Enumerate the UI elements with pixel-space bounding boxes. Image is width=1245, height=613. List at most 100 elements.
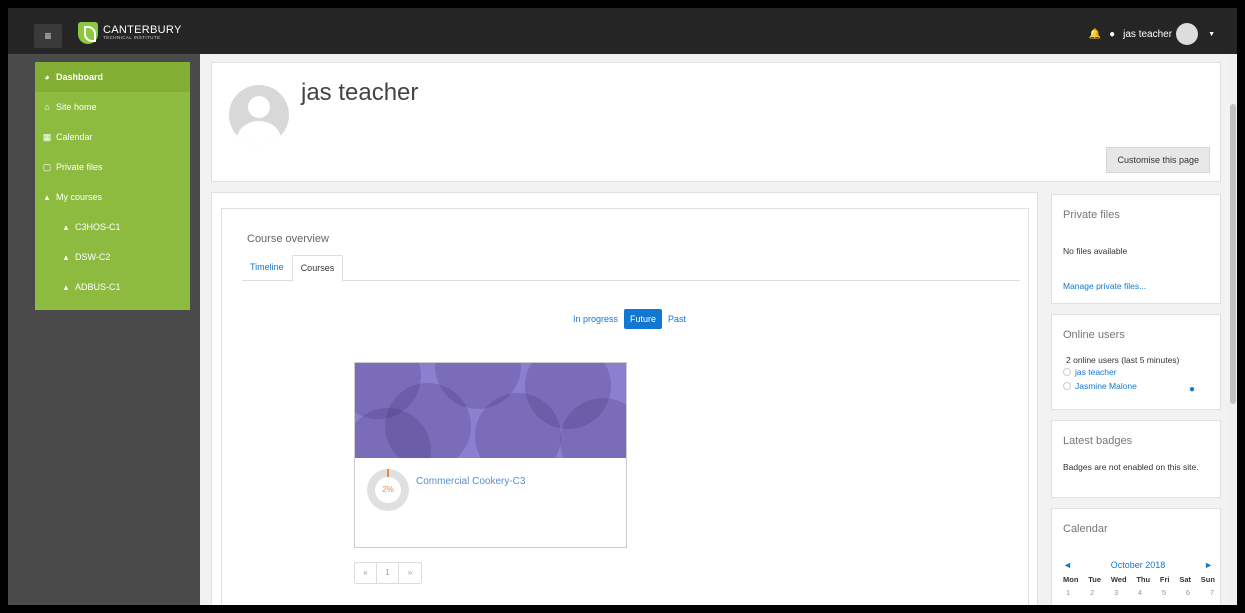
private-files-empty: No files available [1063, 246, 1128, 256]
sidebar-item-label: ADBUS-C1 [75, 282, 121, 292]
sidebar-item-my-courses[interactable]: ▴ My courses [35, 182, 190, 212]
sidebar-item-label: Calendar [56, 132, 93, 142]
sidebar-item-label: DSW-C2 [75, 252, 111, 262]
user-status-icon [1063, 368, 1071, 376]
sidebar-item-course[interactable]: ▴ ADBUS-C1 [35, 272, 190, 302]
online-user-name[interactable]: Jasmine Malone [1075, 381, 1137, 391]
graduation-cap-icon: ▴ [63, 221, 69, 232]
chevron-down-icon[interactable]: ▼ [1208, 31, 1215, 38]
browser-frame: ≡ CANTERBURY TECHNICAL INSTITUTE 🔔 ● jas… [8, 8, 1237, 605]
calendar-icon: ▦ [42, 131, 52, 142]
user-avatar [229, 85, 289, 145]
hamburger-icon: ≡ [44, 29, 52, 43]
menu-toggle-button[interactable]: ≡ [34, 24, 62, 48]
sidebar-item-private-files[interactable]: ▢ Private files [35, 152, 190, 182]
tab-courses[interactable]: Courses [291, 255, 344, 282]
calendar-weekdays: Mon Tue Wed Thu Fri Sat Sun [1063, 575, 1215, 584]
weekday-label: Tue [1088, 575, 1102, 584]
calendar-day[interactable]: 1 [1066, 588, 1070, 597]
sidebar-item-label: My courses [56, 192, 103, 202]
weekday-label: Mon [1063, 575, 1079, 584]
calendar-next-icon[interactable]: ► [1204, 560, 1213, 570]
message-icon[interactable]: ● [1189, 384, 1195, 395]
sidebar-item-label: Private files [56, 162, 103, 172]
block-title: Online users [1063, 329, 1125, 341]
sidebar-item-label: C3HOS-C1 [75, 222, 121, 232]
calendar-day[interactable]: 6 [1186, 588, 1190, 597]
filter-future[interactable]: Future [624, 309, 663, 329]
weekday-label: Sun [1200, 575, 1215, 584]
weekday-label: Thu [1136, 575, 1151, 584]
customise-page-button[interactable]: Customise this page [1106, 147, 1210, 173]
logo-subtitle: TECHNICAL INSTITUTE [103, 35, 161, 41]
private-files-block: Private files No files available Manage … [1051, 194, 1221, 304]
calendar-nav: ◄ October 2018 ► [1063, 560, 1213, 570]
badges-text: Badges are not enabled on this site. [1063, 462, 1199, 472]
calendar-block: Calendar ◄ October 2018 ► Mon Tue Wed Th… [1051, 508, 1221, 605]
progress-ring: 2% [367, 469, 409, 511]
navbar-user-name[interactable]: jas teacher [1123, 29, 1172, 40]
main-region: Course overview Timeline Courses In prog… [211, 192, 1038, 605]
sidebar-item-course[interactable]: ▴ DSW-C2 [35, 242, 190, 272]
progress-value: 2% [382, 485, 394, 494]
online-user-name[interactable]: jas teacher [1075, 367, 1117, 377]
online-users-summary: 2 online users (last 5 minutes) [1066, 355, 1180, 365]
pagination: « 1 » [354, 562, 422, 584]
course-filter-bar: In progress Future Past [567, 309, 692, 329]
course-overview-title: Course overview [247, 233, 329, 245]
sidebar-item-course[interactable]: ▴ C3HOS-C1 [35, 212, 190, 242]
chat-icon[interactable]: ● [1109, 29, 1115, 40]
sidebar-item-label: Site home [56, 102, 97, 112]
calendar-week-row: 1 2 3 4 5 6 7 [1066, 588, 1214, 597]
sidebar-item-calendar[interactable]: ▦ Calendar [35, 122, 190, 152]
top-navbar: ≡ CANTERBURY TECHNICAL INSTITUTE 🔔 ● jas… [8, 8, 1237, 54]
sidebar-item-site-home[interactable]: ⌂ Site home [35, 92, 190, 122]
weekday-label: Wed [1110, 575, 1127, 584]
tab-timeline[interactable]: Timeline [242, 255, 292, 280]
course-image[interactable] [355, 363, 626, 458]
pagination-next[interactable]: » [399, 563, 421, 583]
file-icon: ▢ [42, 161, 52, 172]
calendar-day[interactable]: 4 [1138, 588, 1142, 597]
sidebar-menu: ◕ Dashboard ⌂ Site home ▦ Calendar ▢ Pri… [35, 62, 190, 310]
calendar-day[interactable]: 2 [1090, 588, 1094, 597]
graduation-cap-icon: ▴ [63, 251, 69, 262]
page-header: jas teacher Customise this page [211, 62, 1221, 182]
filter-in-progress[interactable]: In progress [567, 309, 624, 329]
block-title: Latest badges [1063, 435, 1133, 447]
manage-private-files-link[interactable]: Manage private files... [1063, 281, 1146, 291]
course-name-link[interactable]: Commercial Cookery-C3 [416, 476, 525, 487]
course-card[interactable]: 2% Commercial Cookery-C3 [354, 362, 627, 548]
latest-badges-block: Latest badges Badges are not enabled on … [1051, 420, 1221, 498]
dashboard-icon: ◕ [44, 72, 50, 82]
scrollbar-thumb[interactable] [1230, 104, 1236, 404]
calendar-prev-icon[interactable]: ◄ [1063, 560, 1072, 570]
course-overview-block: Course overview Timeline Courses In prog… [221, 208, 1029, 605]
calendar-day[interactable]: 5 [1162, 588, 1166, 597]
home-icon: ⌂ [44, 102, 50, 112]
sidebar-item-label: Dashboard [56, 72, 104, 82]
user-status-icon [1063, 382, 1071, 390]
calendar-month[interactable]: October 2018 [1111, 560, 1166, 570]
online-user[interactable]: Jasmine Malone [1063, 381, 1137, 391]
graduation-cap-icon: ▴ [44, 191, 50, 202]
pagination-prev[interactable]: « [355, 563, 377, 583]
online-users-block: Online users 2 online users (last 5 minu… [1051, 314, 1221, 410]
calendar-day[interactable]: 3 [1114, 588, 1118, 597]
user-menu: 🔔 ● jas teacher ▼ [1089, 23, 1215, 45]
sidebar: ◕ Dashboard ⌂ Site home ▦ Calendar ▢ Pri… [8, 54, 200, 605]
site-logo[interactable]: CANTERBURY TECHNICAL INSTITUTE [78, 22, 182, 44]
bell-icon[interactable]: 🔔 [1089, 29, 1101, 40]
pagination-page[interactable]: 1 [377, 563, 399, 583]
block-title: Calendar [1063, 523, 1108, 535]
graduation-cap-icon: ▴ [63, 281, 69, 292]
filter-past[interactable]: Past [662, 309, 692, 329]
page-title: jas teacher [301, 79, 419, 106]
sidebar-item-dashboard[interactable]: ◕ Dashboard [35, 62, 190, 92]
weekday-label: Fri [1159, 575, 1170, 584]
navbar-avatar[interactable] [1176, 23, 1199, 45]
page-scrollbar[interactable] [1229, 54, 1237, 605]
weekday-label: Sat [1179, 575, 1191, 584]
calendar-day[interactable]: 7 [1210, 588, 1214, 597]
online-user[interactable]: jas teacher [1063, 367, 1117, 377]
